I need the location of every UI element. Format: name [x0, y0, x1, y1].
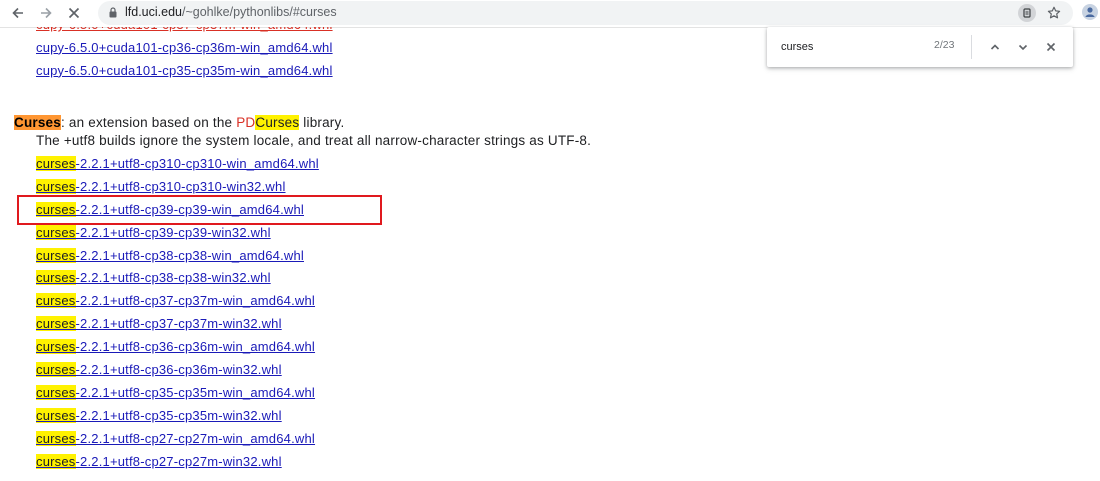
- lock-icon[interactable]: [109, 7, 117, 18]
- curses-desc-text: : an extension based on the: [60, 115, 237, 130]
- url-text[interactable]: lfd.uci.edu/~gohlke/pythonlibs/#curses: [125, 5, 337, 19]
- address-bar[interactable]: lfd.uci.edu/~gohlke/pythonlibs/#curses: [98, 1, 1073, 25]
- curses-wheel-link[interactable]: curses-2.2.1+utf8-cp37-cp37m-win32.whl: [36, 313, 736, 336]
- find-match-highlight: curses: [36, 178, 76, 194]
- cupy-link[interactable]: cupy-6.5.0+cuda101-cp37-cp37m-win_amd64.…: [36, 27, 736, 37]
- wheel-filename: -2.2.1+utf8-cp27-cp27m-win32.whl: [75, 453, 282, 469]
- wheel-filename: -2.2.1+utf8-cp310-cp310-win_amd64.whl: [75, 156, 319, 171]
- wheel-filename: -2.2.1+utf8-cp35-cp35m-win_amd64.whl: [75, 384, 316, 400]
- wheel-filename: -2.2.1+utf8-cp37-cp37m-win32.whl: [75, 316, 282, 332]
- find-match-highlight: curses: [36, 407, 76, 423]
- find-match-highlight: curses: [36, 430, 76, 446]
- find-match-highlight: curses: [36, 293, 76, 309]
- pdcurses-link[interactable]: PDCurses: [236, 115, 300, 130]
- find-match-highlight: curses: [36, 316, 76, 332]
- find-match-highlight: curses: [36, 362, 76, 378]
- find-bar: 2/23: [767, 27, 1073, 67]
- curses-wheel-link[interactable]: curses-2.2.1+utf8-cp38-cp38-win_amd64.wh…: [36, 245, 736, 268]
- curses-wheel-link[interactable]: curses-2.2.1+utf8-cp39-cp39-win32.whl: [36, 222, 736, 245]
- wheel-filename: -2.2.1+utf8-cp35-cp35m-win32.whl: [75, 407, 282, 423]
- cupy-link[interactable]: cupy-6.5.0+cuda101-cp36-cp36m-win_amd64.…: [36, 37, 736, 60]
- profile-icon[interactable]: [1082, 4, 1098, 20]
- find-match-count: 2/23: [934, 39, 955, 51]
- forward-icon[interactable]: [36, 3, 56, 23]
- pdcurses-prefix: PD: [236, 115, 256, 130]
- annotation-highlight-box: [17, 195, 382, 225]
- curses-wheel-link[interactable]: curses-2.2.1+utf8-cp35-cp35m-win32.whl: [36, 405, 736, 428]
- curses-wheel-link[interactable]: curses-2.2.1+utf8-cp27-cp27m-win32.whl: [36, 451, 736, 474]
- page-content: cupy-6.5.0+cuda101-cp37-cp37m-win_amd64.…: [0, 27, 1100, 481]
- find-match-highlight: curses: [36, 339, 76, 355]
- curses-wheel-link[interactable]: curses-2.2.1+utf8-cp38-cp38-win32.whl: [36, 267, 736, 290]
- wheel-filename: -2.2.1+utf8-cp36-cp36m-win_amd64.whl: [75, 339, 316, 355]
- curses-wheel-link[interactable]: curses-2.2.1+utf8-cp36-cp36m-win32.whl: [36, 359, 736, 382]
- chevron-up-icon: [990, 44, 1000, 50]
- wheel-filename: -2.2.1+utf8-cp27-cp27m-win_amd64.whl: [75, 430, 316, 446]
- wheel-filename: -2.2.1+utf8-cp37-cp37m-win_amd64.whl: [75, 293, 316, 309]
- url-host: lfd.uci.edu: [125, 5, 182, 19]
- curses-wheel-link[interactable]: curses-2.2.1+utf8-cp36-cp36m-win_amd64.w…: [36, 336, 736, 359]
- find-match-highlight: curses: [36, 270, 76, 286]
- wheel-filename: -2.2.1+utf8-cp310-cp310-win32.whl: [75, 178, 286, 194]
- curses-note: The +utf8 builds ignore the system local…: [36, 133, 592, 148]
- pdcurses-highlight: Curses: [255, 115, 300, 130]
- curses-description: Curses: an extension based on the PDCurs…: [14, 115, 344, 130]
- cast-icon[interactable]: [1018, 4, 1036, 22]
- stop-icon[interactable]: [64, 3, 84, 23]
- back-icon[interactable]: [8, 3, 28, 23]
- curses-desc-suffix: library.: [299, 115, 345, 130]
- star-icon[interactable]: [1045, 4, 1063, 22]
- curses-wheel-link[interactable]: curses-2.2.1+utf8-cp310-cp310-win_amd64.…: [36, 153, 736, 176]
- find-match-highlight: curses: [36, 224, 76, 240]
- wheel-filename: -2.2.1+utf8-cp36-cp36m-win32.whl: [75, 362, 282, 378]
- close-icon: [1046, 42, 1056, 52]
- wheel-filename: -2.2.1+utf8-cp39-cp39-win32.whl: [75, 224, 271, 240]
- find-previous-button[interactable]: [985, 37, 1005, 57]
- wheel-filename: -2.2.1+utf8-cp38-cp38-win_amd64.whl: [75, 247, 304, 263]
- curses-heading[interactable]: Curses: [14, 115, 61, 130]
- chevron-down-icon: [1018, 44, 1028, 51]
- find-match-highlight: curses: [36, 247, 76, 263]
- find-divider: [971, 35, 972, 59]
- find-match-highlight: curses: [36, 453, 76, 469]
- find-close-button[interactable]: [1041, 37, 1061, 57]
- find-input[interactable]: [781, 39, 921, 55]
- wheel-filename: -2.2.1+utf8-cp38-cp38-win32.whl: [75, 270, 271, 286]
- cupy-link-list: cupy-6.5.0+cuda101-cp37-cp37m-win_amd64.…: [36, 27, 736, 83]
- curses-wheel-link[interactable]: curses-2.2.1+utf8-cp27-cp27m-win_amd64.w…: [36, 428, 736, 451]
- browser-toolbar: lfd.uci.edu/~gohlke/pythonlibs/#curses: [0, 0, 1100, 28]
- url-path: /~gohlke/pythonlibs/#curses: [181, 5, 337, 19]
- curses-wheel-link[interactable]: curses-2.2.1+utf8-cp35-cp35m-win_amd64.w…: [36, 382, 736, 405]
- cupy-link[interactable]: cupy-6.5.0+cuda101-cp35-cp35m-win_amd64.…: [36, 60, 736, 83]
- find-match-highlight: curses: [36, 156, 76, 171]
- curses-wheel-link[interactable]: curses-2.2.1+utf8-cp37-cp37m-win_amd64.w…: [36, 290, 736, 313]
- find-match-highlight: curses: [36, 384, 76, 400]
- find-next-button[interactable]: [1013, 37, 1033, 57]
